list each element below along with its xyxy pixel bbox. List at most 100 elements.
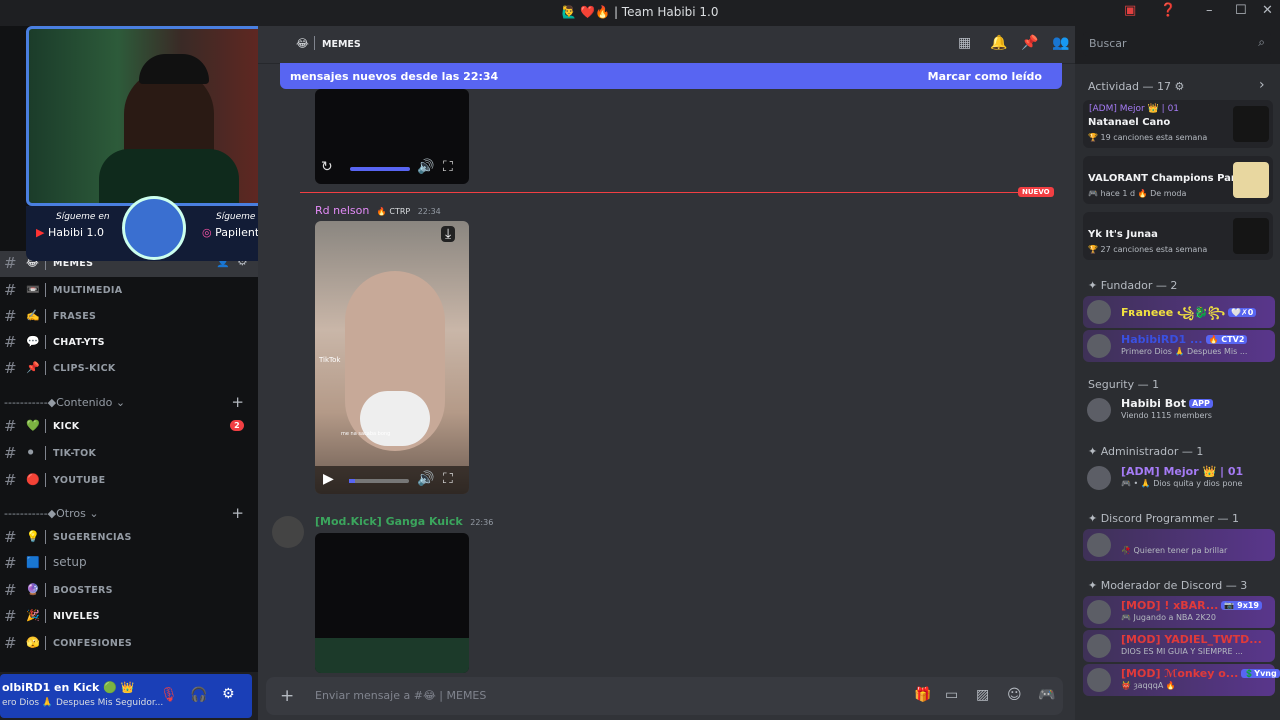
settings-icon[interactable]: ⚙ [222, 686, 235, 702]
message-author[interactable]: [Mod.Kick] Ganga Kuick [315, 515, 463, 528]
channel-name: FRASES [53, 311, 97, 322]
channel-header: 😂 MEMES ▦ 🔔 📌 👥 [258, 26, 1075, 64]
volume-slider[interactable] [350, 167, 410, 171]
volume-icon[interactable]: 🔊 [417, 471, 434, 487]
video-player[interactable]: ↻ 🔊 ⛶ [315, 89, 469, 184]
add-attachment-icon[interactable]: + [280, 686, 294, 706]
channel-boosters[interactable]: # 🔮 BOOSTERS [0, 578, 258, 604]
channel-niveles[interactable]: # 🎉 NIVELES [0, 604, 258, 630]
message-composer[interactable]: + Enviar mensaje a #😂 | MEMES 🎁 ▭ ▨ ☺ 🎮 [266, 677, 1063, 715]
member-group-header: ✦ Fundador — 2 [1088, 279, 1178, 292]
member-row[interactable]: [MOD] YADIEL_TWTD... DIOS ES MI GUIA Y SI… [1083, 630, 1275, 662]
message-author[interactable]: Rd nelson [315, 204, 369, 217]
volume-icon[interactable]: 🔊 [417, 159, 434, 175]
member-tag: 🤍✗0 [1228, 308, 1257, 317]
unread-badge: 2 [230, 420, 244, 431]
member-row[interactable]: [ADM] Mejor 👑 | 01 🎮 • 🙏 Dios quita y dio… [1083, 462, 1275, 494]
hash-icon: # [4, 333, 17, 351]
close-button[interactable]: ✕ [1262, 3, 1273, 18]
member-row[interactable]: [MOD] ! xBAR... 📷 9x19 🎮 Jugando a NBA 2K2… [1083, 596, 1275, 628]
message-header: [Mod.Kick] Ganga Kuick 22:36 [315, 515, 493, 528]
youtube-channel: ▶ Habibi 1.0 [36, 226, 105, 239]
channel-frases[interactable]: # ✍️ FRASES [0, 304, 258, 330]
page-title: MEMES [322, 39, 361, 50]
hash-icon: # [4, 281, 17, 299]
mute-icon[interactable]: 🎙 [160, 687, 178, 703]
channel-name: YOUTUBE [53, 475, 106, 486]
play-icon[interactable]: ▶ [323, 471, 334, 487]
activity-card[interactable]: VALORANT Champions Paris 🎮 hace 1 d 🔥 De … [1083, 156, 1273, 204]
activity-thumbnail [1233, 106, 1269, 142]
help-icon[interactable]: ❓ [1160, 3, 1176, 18]
bell-icon[interactable]: 🔔 [990, 35, 1007, 51]
activity-card[interactable]: Yk It's Junaa 🏆 27 canciones esta semana [1083, 212, 1273, 260]
activity-icon[interactable]: 🎮 [1038, 687, 1055, 703]
channel-chat-yts[interactable]: # 💬 CHAT-YTS [0, 330, 258, 356]
activity-thumbnail [1233, 162, 1269, 198]
channel-youtube[interactable]: # 🔴 YOUTUBE [0, 468, 258, 494]
youtube-icon: ▶ [36, 226, 45, 239]
progress-slider[interactable] [349, 479, 409, 483]
activity-card[interactable]: [ADM] Mejor 👑 | 01 Natanael Cano 🏆 19 canc… [1083, 100, 1273, 148]
channel-multimedia[interactable]: # 📼 MULTIMEDIA [0, 278, 258, 304]
timestamp: 22:36 [470, 518, 494, 527]
fullscreen-icon[interactable]: ⛶ [443, 471, 453, 487]
channel-setup[interactable]: # 🟦 setup [0, 551, 258, 577]
mark-read-button[interactable]: Marcar como leído [928, 70, 1042, 83]
channel-confesiones[interactable]: # 🫣 CONFESIONES [0, 631, 258, 657]
hash-icon: # [4, 417, 17, 435]
member-row[interactable]: Fʀaneee ꧁🐉꧂ 🤍✗0 [1083, 296, 1275, 328]
pin-icon[interactable]: 📌 [1021, 35, 1038, 51]
member-row[interactable]: 🥀 Quieren tener pa brillar [1083, 529, 1275, 561]
search-icon: ⌕ [1258, 35, 1265, 49]
timestamp: 22:34 [417, 207, 441, 216]
activity-thumbnail [1233, 218, 1269, 254]
avatar[interactable] [272, 516, 304, 548]
hash-icon: # [4, 359, 17, 377]
inbox-icon[interactable]: ▣ [1124, 3, 1136, 18]
avatar [1087, 398, 1111, 422]
user-name: olbiRD1 en Kick 🟢 👑 [2, 681, 135, 694]
minimize-button[interactable]: – [1206, 3, 1213, 18]
video-player[interactable]: TikTok me na sacaba bong ⤓ ▶ 🔊 ⛶ [315, 221, 469, 494]
hash-icon: # [4, 581, 17, 599]
search-input[interactable]: Buscar ⌕ [1083, 32, 1271, 56]
fullscreen-icon[interactable]: ⛶ [443, 159, 453, 175]
message-input[interactable]: Enviar mensaje a #😂 | MEMES [315, 689, 486, 702]
channel-tik-tok[interactable]: # ⚫ TIK-TOK [0, 441, 258, 467]
members-icon[interactable]: 👥 [1052, 35, 1069, 51]
download-icon[interactable]: ⤓ [441, 226, 456, 242]
avatar [1087, 533, 1111, 557]
webcam-video [26, 26, 286, 206]
member-row[interactable]: HabibiRD1 ... 🔥 CTV2 Primero Dios 🙏 Despue… [1083, 330, 1275, 362]
webcam-overlay: Sígueme en ▶ Habibi 1.0 Sígueme en ◎ Pap… [10, 16, 295, 261]
emoji-icon[interactable]: ☺ [1007, 687, 1022, 703]
add-channel-icon[interactable]: + [231, 504, 244, 522]
category-contenido[interactable]: -----------◆Contenido ⌄ + [0, 393, 258, 413]
video-player[interactable] [315, 533, 469, 673]
avatar [1087, 334, 1111, 358]
new-messages-bar[interactable]: mensajes nuevos desde las 22:34 Marcar c… [280, 63, 1062, 89]
channel-sugerencias[interactable]: # 💡 SUGERENCIAS [0, 525, 258, 551]
maximize-button[interactable]: ☐ [1235, 3, 1247, 18]
gift-icon[interactable]: 🎁 [914, 687, 931, 703]
threads-icon[interactable]: ▦ [958, 35, 971, 51]
member-list: Actividad — 17 ⚙ › [ADM] Mejor 👑 | 01 Nat… [1075, 64, 1280, 720]
channel-kick[interactable]: # 💚 KICK 2 [0, 414, 258, 440]
deafen-icon[interactable]: 🎧 [190, 687, 207, 703]
member-row[interactable]: [MOD] ℳonkey o... 💲Yvng 👹 ȝaqqqA 🔥 [1083, 664, 1280, 696]
member-row[interactable]: Habibi Bot APP Viendo 1115 members [1083, 394, 1275, 426]
channel-name: CHAT-YTS [53, 337, 105, 348]
user-panel: olbiRD1 en Kick 🟢 👑 ero Dios 🙏 Despues M… [0, 674, 252, 718]
gif-icon[interactable]: ▭ [945, 687, 958, 703]
sticker-icon[interactable]: ▨ [976, 687, 989, 703]
activity-title: Actividad — 17 ⚙ [1088, 80, 1185, 93]
avatar [1087, 300, 1111, 324]
chevron-right-icon[interactable]: › [1259, 77, 1265, 93]
category-otros[interactable]: -----------◆Otros ⌄ + [0, 504, 258, 524]
replay-icon[interactable]: ↻ [321, 159, 333, 175]
channel-clips-kick[interactable]: # 📌 CLIPS-KICK [0, 356, 258, 382]
add-channel-icon[interactable]: + [231, 393, 244, 411]
member-group-header: ✦ Discord Programmer — 1 [1088, 512, 1239, 525]
channel-name: KICK [53, 421, 80, 432]
